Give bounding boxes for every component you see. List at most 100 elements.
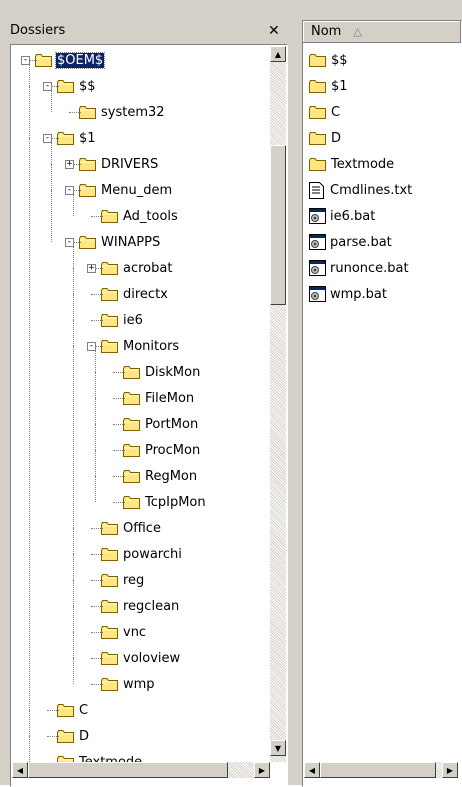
tree-vscroll-thumb[interactable] (270, 145, 286, 305)
tree-item[interactable]: ProcMon (123, 439, 201, 461)
tree-item[interactable]: directx (101, 283, 169, 305)
folder-icon (123, 443, 140, 457)
tree-item-label: Ad_tools (123, 208, 178, 224)
file-list-item-label: Cmdlines.txt (330, 182, 413, 198)
tree-connector (95, 346, 96, 372)
file-list-item-label: runonce.bat (330, 260, 409, 276)
expand-icon[interactable]: + (65, 160, 74, 169)
tree-connector (95, 424, 96, 450)
tree-connector (95, 450, 96, 476)
expand-icon[interactable]: + (87, 264, 96, 273)
file-list-item[interactable]: Textmode (309, 153, 395, 175)
folder-icon (57, 131, 74, 145)
tree-item-label: FileMon (145, 390, 195, 406)
tree-item[interactable]: $OEM$ (35, 49, 106, 71)
folder-icon (123, 365, 140, 379)
tree-item[interactable]: vnc (101, 621, 147, 643)
tree-connector (113, 476, 125, 477)
tree-item-label: DRIVERS (101, 156, 159, 172)
tree-connector (47, 736, 59, 737)
tree-connector (91, 580, 103, 581)
tree-item[interactable]: D (57, 725, 90, 747)
tree-item-label: wmp (123, 676, 155, 692)
tree-item[interactable]: voloview (101, 647, 181, 669)
tree-item[interactable]: WINAPPS (79, 231, 161, 253)
tree-connector (73, 658, 74, 684)
tree-item-label: D (79, 728, 90, 744)
list-scroll-left-button[interactable]: ◀ (304, 762, 320, 778)
tree-connector (73, 268, 74, 294)
batch-file-icon (309, 286, 326, 302)
tree-scroll-right-button[interactable]: ▶ (254, 762, 270, 778)
tree-item-label: PortMon (145, 416, 199, 432)
tree-connector (95, 372, 96, 398)
file-list-item[interactable]: D (309, 127, 342, 149)
folder-icon (309, 105, 326, 119)
tree-item[interactable]: PortMon (123, 413, 199, 435)
tree-item[interactable]: DiskMon (123, 361, 201, 383)
folder-icon (309, 79, 326, 93)
tree-hscroll-thumb[interactable] (28, 762, 228, 778)
folder-icon (57, 79, 74, 93)
tree-item[interactable]: C (57, 699, 89, 721)
tree-item[interactable]: RegMon (123, 465, 198, 487)
folder-icon (309, 157, 326, 171)
tree-connector (51, 86, 52, 112)
tree-item[interactable]: Office (101, 517, 162, 539)
close-icon[interactable]: ✕ (268, 22, 280, 40)
tree-item[interactable]: TcpIpMon (123, 491, 207, 513)
batch-file-icon (309, 208, 326, 224)
tree-connector (91, 294, 103, 295)
tree-item-label: Menu_dem (101, 182, 173, 198)
tree-item-label: WINAPPS (101, 234, 161, 250)
tree-scroll-up-button[interactable]: ▲ (270, 46, 286, 62)
tree-item[interactable]: Monitors (101, 335, 180, 357)
tree-connector (51, 138, 52, 164)
tree-item-label: regclean (123, 598, 180, 614)
list-hscroll-thumb[interactable] (320, 762, 436, 778)
file-list-item[interactable]: $$ (309, 49, 349, 71)
tree-item[interactable]: system32 (79, 101, 166, 123)
tree-item[interactable]: acrobat (101, 257, 173, 279)
tree-connector (69, 112, 81, 113)
file-list-item[interactable]: C (309, 101, 341, 123)
tree-item[interactable]: DRIVERS (79, 153, 159, 175)
tree-item[interactable]: Menu_dem (79, 179, 173, 201)
folder-icon (79, 235, 96, 249)
tree-item-label: RegMon (145, 468, 198, 484)
name-column-header[interactable]: Nom △ (303, 21, 461, 43)
folder-icon (101, 339, 118, 353)
tree-connector (47, 710, 59, 711)
file-list-item[interactable]: Cmdlines.txt (309, 179, 413, 201)
text-file-icon (309, 182, 326, 199)
list-scroll-right-button[interactable]: ▶ (442, 762, 458, 778)
tree-item-label: vnc (123, 624, 147, 640)
tree-connector (91, 528, 103, 529)
tree-scroll-left-button[interactable]: ◀ (12, 762, 28, 778)
file-list-item[interactable]: runonce.bat (309, 257, 410, 279)
tree-item[interactable]: ie6 (101, 309, 144, 331)
tree-item[interactable]: wmp (101, 673, 156, 695)
tree-scroll-down-button[interactable]: ▼ (270, 740, 286, 756)
tree-item[interactable]: Ad_tools (101, 205, 179, 227)
tree-item[interactable]: $$ (57, 75, 97, 97)
tree-item[interactable]: reg (101, 569, 145, 591)
file-list-item[interactable]: parse.bat (309, 231, 393, 253)
tree-connector (73, 632, 74, 658)
tree-connector (95, 476, 96, 502)
tree-item[interactable]: FileMon (123, 387, 195, 409)
tree-item-label: directx (123, 286, 168, 302)
tree-connector (91, 554, 103, 555)
tree-item-label: $$ (79, 78, 96, 94)
folder-icon (101, 573, 118, 587)
folder-icon (309, 131, 326, 145)
file-list-item[interactable]: $1 (309, 75, 349, 97)
folder-icon (101, 599, 118, 613)
file-list-item[interactable]: ie6.bat (309, 205, 376, 227)
folder-icon (101, 261, 118, 275)
tree-item[interactable]: $1 (57, 127, 97, 149)
tree-item[interactable]: powarchi (101, 543, 183, 565)
tree-item[interactable]: regclean (101, 595, 180, 617)
tree-item-label: $1 (79, 130, 96, 146)
file-list-item[interactable]: wmp.bat (309, 283, 388, 305)
